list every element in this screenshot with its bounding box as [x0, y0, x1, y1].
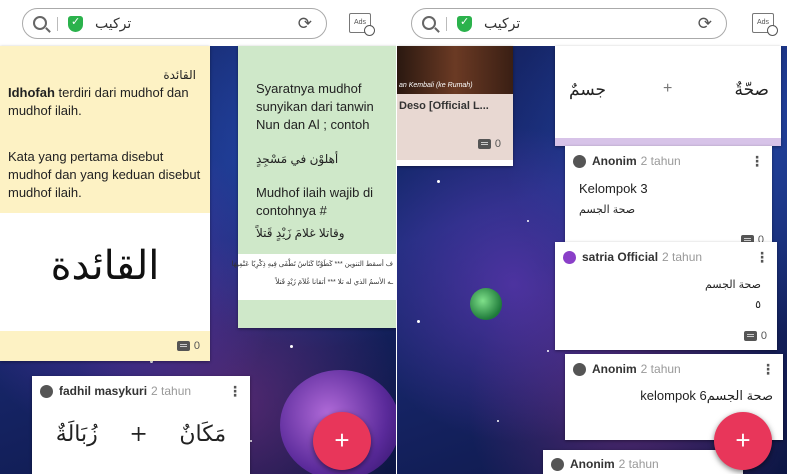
post-content: زُبَالَةٌ + مَكَانٌ — [40, 422, 242, 447]
search-icon — [422, 16, 436, 30]
post-age: 2 tahun — [662, 250, 703, 264]
video-thumbnail[interactable]: an Kembali (ke Rumah) — [397, 46, 513, 94]
more-options-icon[interactable]: ⋮ — [761, 362, 775, 376]
post-text: kelompok 6صحة الجسم — [640, 388, 773, 403]
shield-icon — [68, 15, 83, 32]
post-card[interactable]: fadhil masykuri 2 tahun ⋮ زُبَالَةٌ + مَك… — [32, 376, 250, 474]
left-screen: تركيب ⟳ Ads القائدة Idhofah terdiri dari… — [0, 0, 396, 474]
post-card[interactable]: satria Official 2 tahun ⋮ صحة الجسم ٥ 0 — [555, 242, 777, 350]
star-decoration — [417, 320, 420, 323]
planet-image — [470, 288, 502, 320]
address-bar[interactable]: تركيب ⟳ — [22, 8, 327, 39]
divider — [446, 17, 447, 31]
post-card[interactable]: Anonim 2 tahun — [543, 450, 743, 474]
note-card-yellow[interactable]: القائدة Idhofah terdiri dari mudhof dan … — [0, 46, 210, 361]
card-paragraph: Idhofah terdiri dari mudhof dan mudhof i… — [8, 84, 204, 120]
author-name[interactable]: Anonim — [592, 362, 637, 376]
post-age: 2 tahun — [640, 362, 681, 376]
shield-icon — [457, 15, 472, 32]
card-text-1: Syaratnya mudhof sunyikan dari tanwin Nu… — [256, 81, 374, 132]
star-decoration — [547, 350, 549, 352]
verse-line-2: ـه الأسمُ الذي له تلا *** أتقانا غُلاَمَ… — [275, 279, 393, 286]
arabic-word-right: صحّةٌ — [734, 80, 769, 100]
author-name[interactable]: Anonim — [592, 154, 637, 168]
add-post-button[interactable]: + — [714, 412, 772, 470]
search-icon — [33, 16, 47, 30]
right-screen: تركيب ⟳ Ads an Kembali (ke Rumah) Deso [… — [397, 0, 787, 474]
avatar — [573, 363, 586, 377]
post-header: Anonim 2 tahun ⋮ — [573, 362, 775, 380]
comment-icon — [743, 331, 757, 342]
post-header: satria Official 2 tahun ⋮ — [563, 250, 769, 268]
star-decoration — [497, 420, 499, 422]
arabic-word-a: مَكَانٌ — [179, 422, 227, 447]
more-options-icon[interactable]: ⋮ — [228, 384, 242, 398]
card-paragraph-2: Kata yang pertama disebut mudhof dan yan… — [8, 149, 201, 200]
bold-term: Idhofah — [8, 85, 55, 100]
reload-icon[interactable]: ⟳ — [298, 14, 312, 34]
star-decoration — [437, 180, 440, 183]
browser-toolbar: تركيب ⟳ Ads — [397, 0, 787, 46]
card-heading: القائدة — [163, 68, 196, 82]
arabic-verse-image: ف أسقط التنوين *** كَطَوْنًا كَنَاسُ تَط… — [232, 254, 396, 300]
ad-block-icon[interactable]: Ads — [752, 13, 778, 36]
arabic-note-card[interactable]: صحّةٌ + جسمٌ — [555, 46, 781, 146]
comment-icon — [477, 139, 491, 150]
author-name[interactable]: fadhil masykuri — [59, 384, 147, 398]
arabic-example-2: وقاتلا غلامَ زَيْدٍ قَتلاً — [256, 226, 345, 240]
post-header: fadhil masykuri 2 tahun ⋮ — [40, 384, 242, 402]
reload-icon[interactable]: ⟳ — [698, 14, 712, 34]
author-name[interactable]: Anonim — [570, 457, 615, 471]
more-options-icon[interactable]: ⋮ — [755, 250, 769, 264]
post-age: 2 tahun — [151, 384, 192, 398]
comment-count[interactable]: 0 — [743, 330, 767, 342]
video-card[interactable]: an Kembali (ke Rumah) Deso [Official L..… — [397, 46, 513, 166]
comment-count-value: 0 — [760, 330, 767, 342]
divider — [57, 17, 58, 31]
post-arabic: صحة الجسم — [704, 279, 761, 291]
post-title: Kelompok 3 — [579, 181, 648, 196]
arabic-example-1: أهلوْن في مَسْجِدٍ — [256, 152, 339, 166]
arabic-word-b: زُبَالَةٌ — [55, 422, 98, 447]
url-text: تركيب — [484, 15, 521, 31]
author-name[interactable]: satria Official — [582, 250, 658, 264]
note-card-green[interactable]: Syaratnya mudhof sunyikan dari tanwin Nu… — [232, 46, 396, 328]
avatar — [551, 458, 564, 472]
post-header: Anonim 2 tahun ⋮ — [573, 154, 764, 172]
avatar — [573, 155, 586, 169]
card-text-2: Mudhof ilaih wajib di contohnya # — [256, 185, 374, 218]
comment-count[interactable]: 0 — [477, 138, 501, 150]
ad-block-icon[interactable]: Ads — [349, 13, 375, 36]
plus-sign: + — [129, 422, 148, 447]
address-bar[interactable]: تركيب ⟳ — [411, 8, 727, 39]
browser-toolbar: تركيب ⟳ Ads — [0, 0, 396, 46]
star-decoration — [250, 440, 252, 442]
star-decoration — [527, 220, 529, 222]
thumbnail-caption: an Kembali (ke Rumah) — [399, 82, 473, 89]
post-arabic: صحة الجسم — [579, 204, 636, 216]
verse-line-1: ف أسقط التنوين *** كَطَوْنًا كَنَاسُ تَط… — [231, 261, 394, 268]
arabic-word-left: جسمٌ — [569, 80, 606, 100]
avatar — [40, 385, 53, 399]
star-decoration — [290, 345, 293, 348]
post-number: ٥ — [755, 299, 761, 311]
more-options-icon[interactable]: ⋮ — [750, 154, 764, 168]
plus-sign: + — [663, 80, 673, 97]
post-card[interactable]: Anonim 2 tahun ⋮ Kelompok 3 صحة الجسم 0 — [565, 146, 772, 246]
post-header: Anonim 2 tahun — [551, 457, 735, 474]
post-age: 2 tahun — [618, 457, 659, 471]
avatar — [563, 251, 576, 265]
add-post-button[interactable]: + — [313, 412, 371, 470]
big-arabic-title: القائدة — [50, 243, 160, 289]
comment-icon — [176, 341, 190, 352]
post-age: 2 tahun — [640, 154, 681, 168]
comment-count[interactable]: 0 — [176, 340, 200, 352]
url-text: تركيب — [95, 15, 132, 31]
comment-count-value: 0 — [193, 340, 200, 352]
video-title[interactable]: Deso [Official L... — [399, 100, 489, 112]
arabic-image: القائدة — [0, 213, 210, 331]
comment-count-value: 0 — [494, 138, 501, 150]
